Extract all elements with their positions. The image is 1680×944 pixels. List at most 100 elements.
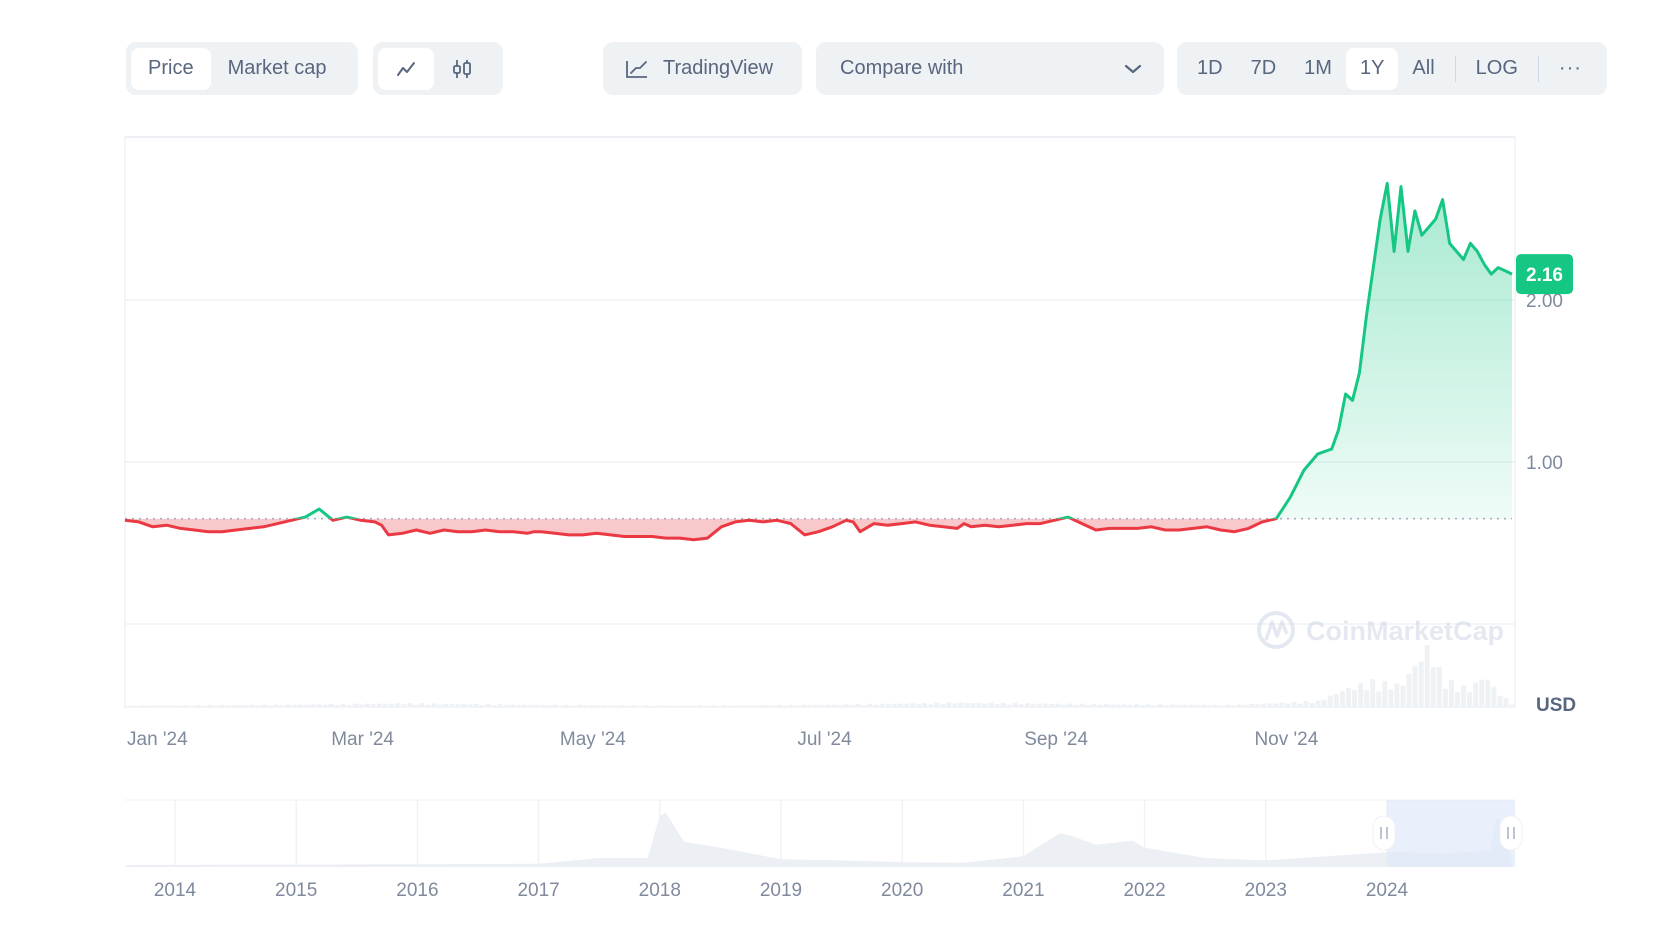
volume-bar	[292, 704, 298, 707]
volume-bar	[213, 705, 219, 707]
volume-bar	[340, 703, 346, 707]
navigator-year-label: 2024	[1366, 880, 1409, 901]
volume-bar	[1400, 685, 1406, 707]
volume-bar	[346, 705, 352, 707]
volume-bar	[1043, 703, 1049, 707]
volume-bar	[564, 704, 570, 707]
volume-bar	[1085, 705, 1091, 707]
volume-bar	[449, 704, 455, 707]
volume-bar	[812, 704, 818, 707]
volume-bar	[1194, 704, 1200, 707]
volume-bar	[897, 703, 903, 707]
volume-bar	[1000, 702, 1006, 707]
volume-bar	[710, 705, 716, 707]
navigator-year-label: 2014	[154, 880, 197, 901]
volume-bar	[1206, 705, 1212, 707]
current-price-badge: 2.16	[1516, 254, 1573, 295]
volume-bar	[885, 704, 891, 707]
x-tick-label: Jan '24	[127, 729, 188, 750]
volume-bar	[631, 705, 637, 707]
volume-bar	[619, 705, 625, 707]
navigator-handle-left[interactable]	[1372, 815, 1396, 851]
price-chart[interactable]: CoinMarketCap 1.00 2.00 Jan '24 Mar '24 May…	[0, 0, 1680, 944]
volume-bar	[921, 702, 927, 707]
volume-bar	[485, 703, 491, 707]
volume-bar	[334, 704, 340, 707]
navigator-selection[interactable]	[1387, 800, 1515, 867]
volume-bar	[231, 705, 237, 707]
volume-bar	[322, 704, 328, 707]
volume-bar	[1491, 686, 1497, 707]
volume-bar	[1297, 703, 1303, 707]
volume-bar	[879, 703, 885, 707]
volume-bar	[1097, 704, 1103, 707]
volume-bar	[837, 704, 843, 707]
volume-bar	[1164, 705, 1170, 707]
volume-bar	[1079, 703, 1085, 707]
volume-bar	[1321, 699, 1327, 707]
volume-bar	[1327, 695, 1333, 707]
volume-bar	[903, 703, 909, 707]
volume-bar	[158, 705, 164, 707]
volume-bar	[467, 704, 473, 707]
volume-bar	[1467, 692, 1473, 707]
volume-bar	[1418, 661, 1424, 707]
volume-bar	[1236, 704, 1242, 707]
volume-bar	[261, 704, 267, 707]
volume-bar	[970, 703, 976, 707]
volume-bar	[437, 704, 443, 707]
volume-bar	[1061, 704, 1067, 707]
volume-bar	[625, 705, 631, 707]
volume-bar	[1176, 704, 1182, 707]
volume-bar	[958, 702, 964, 707]
volume-bar	[286, 704, 292, 707]
volume-bar	[273, 704, 279, 707]
volume-bar	[1473, 682, 1479, 707]
price-area-up	[125, 183, 1512, 519]
volume-bar	[1249, 703, 1255, 707]
volume-bar	[661, 705, 667, 707]
navigator-handle-right[interactable]	[1499, 815, 1523, 851]
volume-bar	[843, 704, 849, 707]
volume-bar	[770, 705, 776, 707]
handle-body[interactable]	[1499, 815, 1523, 851]
volume-bar	[982, 703, 988, 707]
coinmarketcap-watermark: CoinMarketCap	[1257, 611, 1504, 649]
volume-bar	[752, 705, 758, 707]
range-navigator[interactable]: 2014 2015 2016 2017 2018 2019 2020 2021 2022 2023…	[125, 799, 1523, 901]
handle-body[interactable]	[1372, 815, 1396, 851]
volume-bar	[1152, 705, 1158, 707]
volume-bar	[1315, 700, 1321, 707]
volume-bar	[1037, 703, 1043, 707]
volume-bar	[1212, 704, 1218, 707]
volume-bar	[461, 703, 467, 707]
volume-bar	[1200, 704, 1206, 707]
volume-bar	[746, 705, 752, 707]
volume-bar	[806, 705, 812, 707]
volume-bar	[1333, 693, 1339, 707]
volume-bar	[1140, 705, 1146, 707]
volume-bar	[267, 705, 273, 707]
volume-bar	[1291, 701, 1297, 707]
volume-bar	[237, 704, 243, 707]
volume-bar	[643, 705, 649, 707]
volume-bar	[831, 704, 837, 707]
volume-bar	[655, 705, 661, 707]
volume-bar	[1170, 704, 1176, 707]
volume-bar	[873, 704, 879, 707]
navigator-year-label: 2018	[639, 880, 681, 901]
volume-bar	[546, 705, 552, 707]
volume-bar	[1436, 666, 1442, 707]
volume-bar	[310, 704, 316, 707]
volume-bar	[1146, 704, 1152, 707]
volume-bar	[1067, 703, 1073, 707]
volume-bar	[1424, 645, 1430, 707]
volume-bar	[407, 703, 413, 707]
volume-bar	[788, 704, 794, 707]
volume-bar	[195, 704, 201, 707]
volume-bar	[1073, 704, 1079, 707]
volume-bar	[825, 704, 831, 707]
volume-bar	[952, 703, 958, 707]
x-tick-label: Mar '24	[331, 729, 394, 750]
volume-bar	[576, 704, 582, 707]
